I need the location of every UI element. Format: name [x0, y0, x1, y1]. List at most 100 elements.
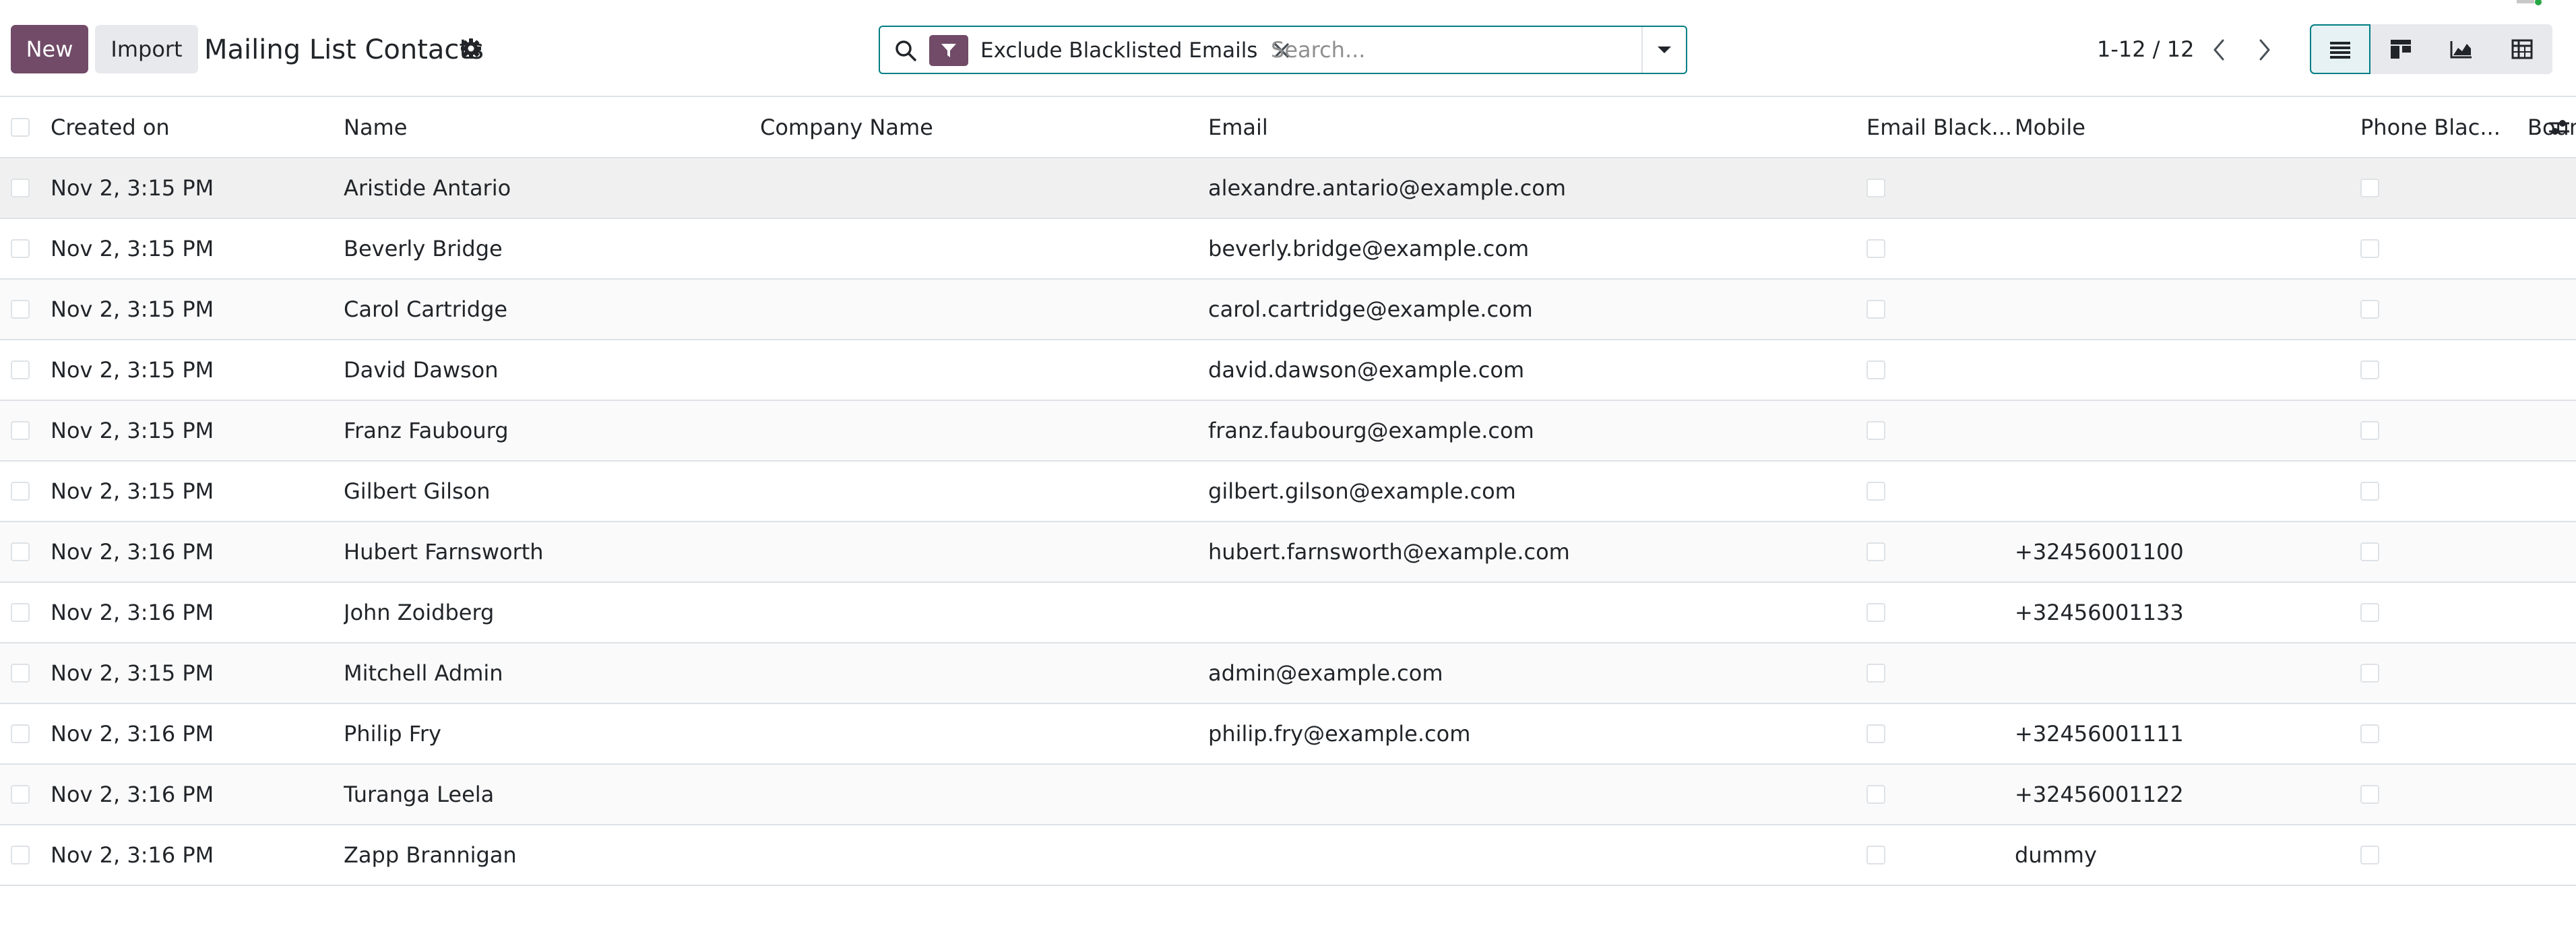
email-blacklisted-checkbox[interactable] — [1866, 603, 1885, 622]
row-select-cell[interactable] — [0, 643, 51, 703]
phone-blacklisted-checkbox[interactable] — [2360, 482, 2379, 501]
table-row[interactable]: Nov 2, 3:16 PM Hubert Farnsworth hubert.… — [0, 522, 2576, 582]
cell-phone-blacklisted[interactable]: 0 — [2360, 582, 2576, 643]
cell-email[interactable] — [1208, 825, 1866, 885]
column-company-name[interactable]: Company Name — [760, 97, 1208, 158]
cell-email-blacklisted[interactable] — [1866, 703, 2015, 764]
table-row[interactable]: Nov 2, 3:16 PM John Zoidberg +3245600113… — [0, 582, 2576, 643]
table-row[interactable]: Nov 2, 3:15 PM Gilbert Gilson gilbert.gi… — [0, 461, 2576, 522]
email-blacklisted-checkbox[interactable] — [1866, 239, 1885, 258]
row-select-cell[interactable] — [0, 825, 51, 885]
optional-columns-icon[interactable] — [2548, 117, 2571, 137]
phone-blacklisted-checkbox[interactable] — [2360, 785, 2379, 804]
row-select-cell[interactable] — [0, 279, 51, 340]
row-checkbox[interactable] — [11, 785, 30, 804]
cell-email[interactable] — [1208, 582, 1866, 643]
cell-email[interactable]: hubert.farnsworth@example.com — [1208, 522, 1866, 582]
cell-company-name[interactable] — [760, 643, 1208, 703]
cell-mobile[interactable] — [2015, 340, 2360, 400]
cell-created-on[interactable]: Nov 2, 3:15 PM — [51, 218, 344, 279]
row-checkbox[interactable] — [11, 179, 30, 197]
cell-email[interactable]: alexandre.antario@example.com — [1208, 158, 1866, 218]
phone-blacklisted-checkbox[interactable] — [2360, 603, 2379, 622]
phone-blacklisted-checkbox[interactable] — [2360, 360, 2379, 379]
import-button[interactable]: Import — [95, 25, 198, 73]
cell-company-name[interactable] — [760, 340, 1208, 400]
cell-name[interactable]: Zapp Brannigan — [344, 825, 760, 885]
table-row[interactable]: Nov 2, 3:15 PM Mitchell Admin admin@exam… — [0, 643, 2576, 703]
cell-created-on[interactable]: Nov 2, 3:15 PM — [51, 461, 344, 522]
cell-company-name[interactable] — [760, 582, 1208, 643]
row-checkbox[interactable] — [11, 360, 30, 379]
phone-blacklisted-checkbox[interactable] — [2360, 724, 2379, 743]
column-email-blacklisted[interactable]: Email Black... — [1866, 97, 2015, 158]
cell-email-blacklisted[interactable] — [1866, 461, 2015, 522]
cell-company-name[interactable] — [760, 279, 1208, 340]
phone-blacklisted-checkbox[interactable] — [2360, 239, 2379, 258]
cell-company-name[interactable] — [760, 764, 1208, 825]
cell-mobile[interactable] — [2015, 158, 2360, 218]
cell-created-on[interactable]: Nov 2, 3:16 PM — [51, 825, 344, 885]
cell-created-on[interactable]: Nov 2, 3:15 PM — [51, 400, 344, 461]
new-button[interactable]: New — [11, 25, 88, 73]
cell-company-name[interactable] — [760, 218, 1208, 279]
cell-mobile[interactable] — [2015, 279, 2360, 340]
column-created-on[interactable]: Created on — [51, 97, 344, 158]
cell-email-blacklisted[interactable] — [1866, 158, 2015, 218]
row-checkbox[interactable] — [11, 300, 30, 319]
cell-mobile[interactable]: +32456001100 — [2015, 522, 2360, 582]
cell-name[interactable]: Franz Faubourg — [344, 400, 760, 461]
table-row[interactable]: Nov 2, 3:15 PM Aristide Antario alexandr… — [0, 158, 2576, 218]
cell-name[interactable]: Philip Fry — [344, 703, 760, 764]
email-blacklisted-checkbox[interactable] — [1866, 300, 1885, 319]
graph-view-button[interactable] — [2431, 24, 2492, 74]
cell-mobile[interactable] — [2015, 400, 2360, 461]
row-select-cell[interactable] — [0, 158, 51, 218]
row-select-cell[interactable] — [0, 703, 51, 764]
row-checkbox[interactable] — [11, 664, 30, 683]
phone-blacklisted-checkbox[interactable] — [2360, 421, 2379, 440]
cell-name[interactable]: David Dawson — [344, 340, 760, 400]
row-select-cell[interactable] — [0, 340, 51, 400]
row-checkbox[interactable] — [11, 421, 30, 440]
cell-mobile[interactable] — [2015, 461, 2360, 522]
table-row[interactable]: Nov 2, 3:15 PM Carol Cartridge carol.car… — [0, 279, 2576, 340]
cell-email-blacklisted[interactable] — [1866, 643, 2015, 703]
cell-name[interactable]: John Zoidberg — [344, 582, 760, 643]
cell-phone-blacklisted[interactable]: 0 — [2360, 218, 2576, 279]
row-checkbox[interactable] — [11, 542, 30, 561]
row-checkbox[interactable] — [11, 724, 30, 743]
list-view-button[interactable] — [2310, 24, 2370, 74]
cell-email-blacklisted[interactable] — [1866, 279, 2015, 340]
cell-phone-blacklisted[interactable]: 0 — [2360, 340, 2576, 400]
cell-email[interactable]: carol.cartridge@example.com — [1208, 279, 1866, 340]
cell-mobile[interactable]: dummy — [2015, 825, 2360, 885]
pager-value[interactable]: 1-12 / 12 — [2097, 34, 2194, 65]
cell-email[interactable]: admin@example.com — [1208, 643, 1866, 703]
cell-email-blacklisted[interactable] — [1866, 340, 2015, 400]
cell-name[interactable]: Aristide Antario — [344, 158, 760, 218]
cell-created-on[interactable]: Nov 2, 3:16 PM — [51, 703, 344, 764]
row-checkbox[interactable] — [11, 239, 30, 258]
cell-mobile[interactable]: +32456001122 — [2015, 764, 2360, 825]
email-blacklisted-checkbox[interactable] — [1866, 664, 1885, 683]
cell-created-on[interactable]: Nov 2, 3:15 PM — [51, 340, 344, 400]
row-select-cell[interactable] — [0, 461, 51, 522]
cell-name[interactable]: Hubert Farnsworth — [344, 522, 760, 582]
email-blacklisted-checkbox[interactable] — [1866, 846, 1885, 864]
cell-created-on[interactable]: Nov 2, 3:15 PM — [51, 643, 344, 703]
cell-phone-blacklisted[interactable]: 0 — [2360, 703, 2576, 764]
cell-email[interactable]: beverly.bridge@example.com — [1208, 218, 1866, 279]
column-email[interactable]: Email — [1208, 97, 1866, 158]
cell-email-blacklisted[interactable] — [1866, 582, 2015, 643]
cell-email-blacklisted[interactable] — [1866, 218, 2015, 279]
cell-created-on[interactable]: Nov 2, 3:16 PM — [51, 582, 344, 643]
cell-created-on[interactable]: Nov 2, 3:16 PM — [51, 522, 344, 582]
cell-created-on[interactable]: Nov 2, 3:15 PM — [51, 279, 344, 340]
table-row[interactable]: Nov 2, 3:15 PM David Dawson david.dawson… — [0, 340, 2576, 400]
row-select-cell[interactable] — [0, 218, 51, 279]
email-blacklisted-checkbox[interactable] — [1866, 785, 1885, 804]
table-row[interactable]: Nov 2, 3:15 PM Franz Faubourg franz.faub… — [0, 400, 2576, 461]
pivot-view-button[interactable] — [2492, 24, 2552, 74]
table-row[interactable]: Nov 2, 3:16 PM Turanga Leela +3245600112… — [0, 764, 2576, 825]
